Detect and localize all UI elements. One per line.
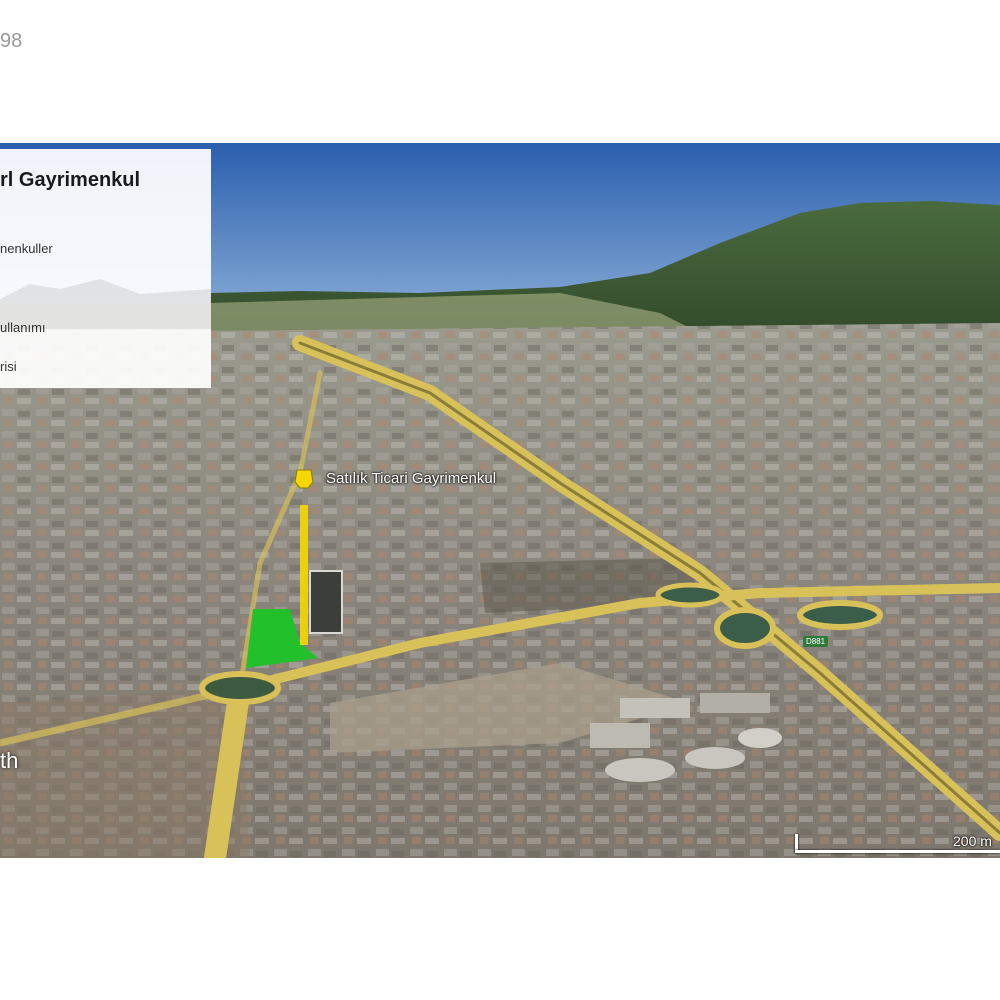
scale-label: 200 m xyxy=(953,833,992,849)
tower-building xyxy=(309,570,343,634)
map-brand-watermark: th xyxy=(0,748,19,773)
scale-line xyxy=(795,850,1000,853)
legend-item-boundary: risi xyxy=(0,359,17,374)
page-number: 98 xyxy=(0,30,23,52)
marker-pole xyxy=(300,505,308,645)
road-shield: D881 xyxy=(803,636,829,647)
scale-bar: 200 m xyxy=(795,828,1000,854)
legend-item-properties: nenkuller xyxy=(0,241,53,256)
legend-title: rl Gayrimenkul xyxy=(0,169,141,191)
legend-mountain-watermark xyxy=(0,279,211,329)
map-legend: rl Gayrimenkul nenkuller ullanımı risi xyxy=(0,149,211,388)
roundabout-east xyxy=(714,607,776,649)
roundabout-east-2 xyxy=(797,600,883,630)
map-pin-icon[interactable] xyxy=(294,469,314,489)
roundabout-west xyxy=(199,671,281,705)
legend-item-usage: ullanımı xyxy=(0,320,46,335)
place-label[interactable]: Satılık Ticari Gayrimenkul xyxy=(326,470,496,487)
roundabout-center xyxy=(655,582,725,608)
